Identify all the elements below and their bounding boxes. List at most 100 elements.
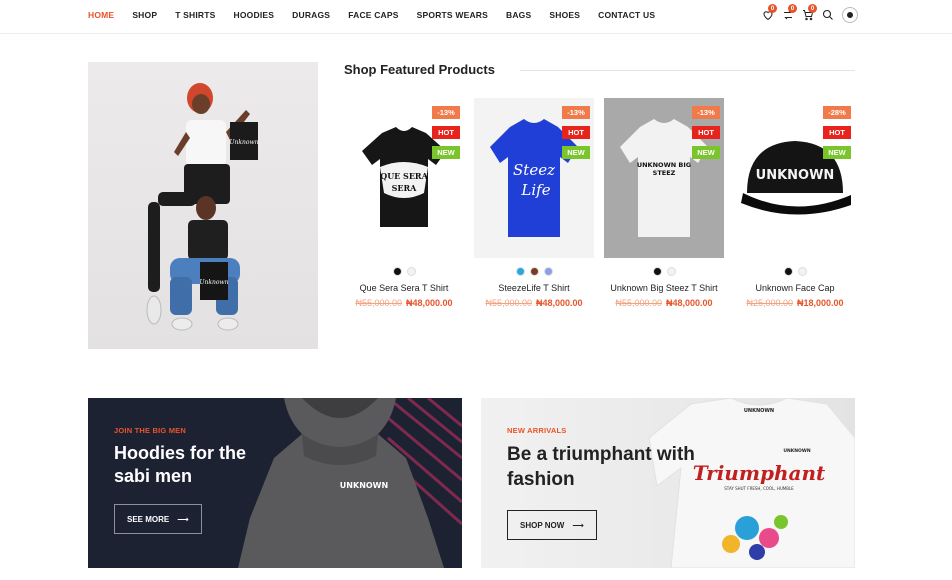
swatch-sky-blue[interactable] — [515, 267, 525, 276]
section-title: Shop Featured Products — [344, 62, 495, 77]
sun-icon — [847, 12, 853, 18]
product-price: ₦55,000.00 ₦48,000.00 — [474, 298, 594, 308]
section-divider — [520, 70, 855, 71]
svg-text:QUE SERA: QUE SERA — [380, 171, 428, 181]
product-card[interactable]: UNKNOWN -28% HOT NEW Unknown Face Cap ₦2… — [735, 98, 855, 308]
swatch-lavender[interactable] — [543, 267, 553, 276]
cart-count-badge: 0 — [808, 4, 817, 13]
shop-now-label: SHOP NOW — [520, 520, 565, 530]
product-name[interactable]: Unknown Big Steez T Shirt — [604, 283, 724, 293]
product-name[interactable]: Que Sera Sera T Shirt — [344, 283, 464, 293]
wishlist-button[interactable]: 0 — [758, 4, 778, 24]
svg-text:Unknown: Unknown — [199, 279, 228, 286]
product-card[interactable]: Steez Life -13% HOT NEW SteezeLife T Shi… — [474, 98, 594, 308]
product-card[interactable]: UNKNOWN BIG STEEZ -13% HOT NEW Unknown B… — [604, 98, 724, 308]
sale-price: ₦18,000.00 — [797, 298, 844, 308]
new-badge: NEW — [432, 146, 460, 159]
swatch-white[interactable] — [797, 267, 807, 276]
new-arrivals-banner[interactable]: UNKNOWN UNKNOWN Triumphant STAY SHUT FRE… — [481, 398, 855, 568]
color-swatches — [474, 267, 594, 276]
nav-link-face-caps[interactable]: FACE CAPS — [348, 10, 398, 20]
swatch-black[interactable] — [652, 267, 662, 276]
old-price: ₦25,000.00 — [746, 298, 793, 308]
svg-text:SERA: SERA — [392, 183, 418, 193]
top-nav: HOME SHOP T SHIRTS HOODIES DURAGS FACE C… — [0, 0, 952, 34]
search-icon — [822, 9, 833, 20]
promo-photo: Unknown Unknown — [88, 62, 318, 349]
svg-text:Unknown: Unknown — [229, 139, 258, 146]
nav-links: HOME SHOP T SHIRTS HOODIES DURAGS FACE C… — [88, 10, 673, 20]
see-more-label: SEE MORE — [127, 514, 170, 524]
svg-text:UNKNOWN: UNKNOWN — [783, 448, 810, 454]
hot-badge: HOT — [692, 126, 720, 139]
compare-button[interactable]: 0 — [778, 4, 798, 24]
see-more-button[interactable]: SEE MORE ⟶ — [114, 504, 202, 534]
svg-text:UNKNOWN: UNKNOWN — [340, 481, 388, 490]
discount-badge: -28% — [823, 106, 851, 119]
hoodies-banner[interactable]: UNKNOWN JOIN THE BIG MEN Hoodies for the… — [88, 398, 462, 568]
new-badge: NEW — [823, 146, 851, 159]
nav-link-home[interactable]: HOME — [88, 10, 114, 20]
svg-text:UNKNOWN: UNKNOWN — [744, 408, 774, 414]
swatch-brown[interactable] — [529, 267, 539, 276]
hot-badge: HOT — [432, 126, 460, 139]
compare-count-badge: 0 — [788, 4, 797, 13]
search-button[interactable] — [818, 6, 838, 24]
banner-eyebrow: JOIN THE BIG MEN — [114, 426, 186, 435]
old-price: ₦55,000.00 — [615, 298, 662, 308]
product-price: ₦25,000.00 ₦18,000.00 — [735, 298, 855, 308]
hot-badge: HOT — [562, 126, 590, 139]
product-image[interactable]: Steez Life -13% HOT NEW — [474, 98, 594, 258]
banner-title: Be a triumphant with fashion — [507, 444, 695, 490]
svg-text:Steez: Steez — [513, 161, 555, 179]
discount-badge: -13% — [562, 106, 590, 119]
svg-text:Triumphant: Triumphant — [693, 461, 826, 485]
product-price: ₦55,000.00 ₦48,000.00 — [604, 298, 724, 308]
banner-eyebrow: NEW ARRIVALS — [507, 426, 567, 435]
tshirt-black-image: QUE SERA SERA — [362, 127, 446, 227]
hot-badge: HOT — [823, 126, 851, 139]
cart-button[interactable]: 0 — [798, 4, 818, 24]
banner-title: Hoodies for the sabi men — [114, 443, 247, 486]
swatch-white[interactable] — [666, 267, 676, 276]
swatch-black[interactable] — [783, 267, 793, 276]
nav-link-durags[interactable]: DURAGS — [292, 10, 330, 20]
sale-price: ₦48,000.00 — [406, 298, 453, 308]
product-card[interactable]: QUE SERA SERA -13% HOT NEW Que Sera Sera… — [344, 98, 464, 308]
product-name[interactable]: Unknown Face Cap — [735, 283, 855, 293]
product-name[interactable]: SteezeLife T Shirt — [474, 283, 594, 293]
color-swatches — [735, 267, 855, 276]
arrow-right-icon: ⟶ — [177, 514, 189, 524]
models-illustration: Unknown Unknown — [146, 83, 259, 331]
nav-link-shoes[interactable]: SHOES — [549, 10, 580, 20]
arrow-right-icon: ⟶ — [572, 520, 584, 530]
theme-toggle[interactable] — [842, 7, 858, 23]
color-swatches — [604, 267, 724, 276]
nav-link-shop[interactable]: SHOP — [132, 10, 157, 20]
nav-link-bags[interactable]: BAGS — [506, 10, 531, 20]
svg-text:Life: Life — [520, 181, 550, 199]
svg-text:UNKNOWN BIG: UNKNOWN BIG — [637, 161, 691, 169]
swatch-white[interactable] — [406, 267, 416, 276]
product-image[interactable]: UNKNOWN BIG STEEZ -13% HOT NEW — [604, 98, 724, 258]
product-image[interactable]: QUE SERA SERA -13% HOT NEW — [344, 98, 464, 258]
svg-text:STAY SHUT FRESH, COOL, HUMBLE: STAY SHUT FRESH, COOL, HUMBLE — [724, 486, 794, 491]
nav-link-contact-us[interactable]: CONTACT US — [598, 10, 655, 20]
shop-now-button[interactable]: SHOP NOW ⟶ — [507, 510, 597, 540]
discount-badge: -13% — [692, 106, 720, 119]
wishlist-count-badge: 0 — [768, 4, 777, 13]
cap-image: UNKNOWN — [741, 141, 851, 215]
nav-link-hoodies[interactable]: HOODIES — [234, 10, 275, 20]
color-swatches — [344, 267, 464, 276]
product-price: ₦55,000.00 ₦48,000.00 — [344, 298, 464, 308]
product-image[interactable]: UNKNOWN -28% HOT NEW — [735, 98, 855, 258]
old-price: ₦55,000.00 — [355, 298, 402, 308]
nav-icons: 0 0 0 — [758, 4, 858, 24]
nav-link-sports-wears[interactable]: SPORTS WEARS — [417, 10, 488, 20]
nav-link-t-shirts[interactable]: T SHIRTS — [175, 10, 215, 20]
swatch-black[interactable] — [392, 267, 402, 276]
new-badge: NEW — [562, 146, 590, 159]
sale-price: ₦48,000.00 — [666, 298, 713, 308]
discount-badge: -13% — [432, 106, 460, 119]
old-price: ₦55,000.00 — [485, 298, 532, 308]
